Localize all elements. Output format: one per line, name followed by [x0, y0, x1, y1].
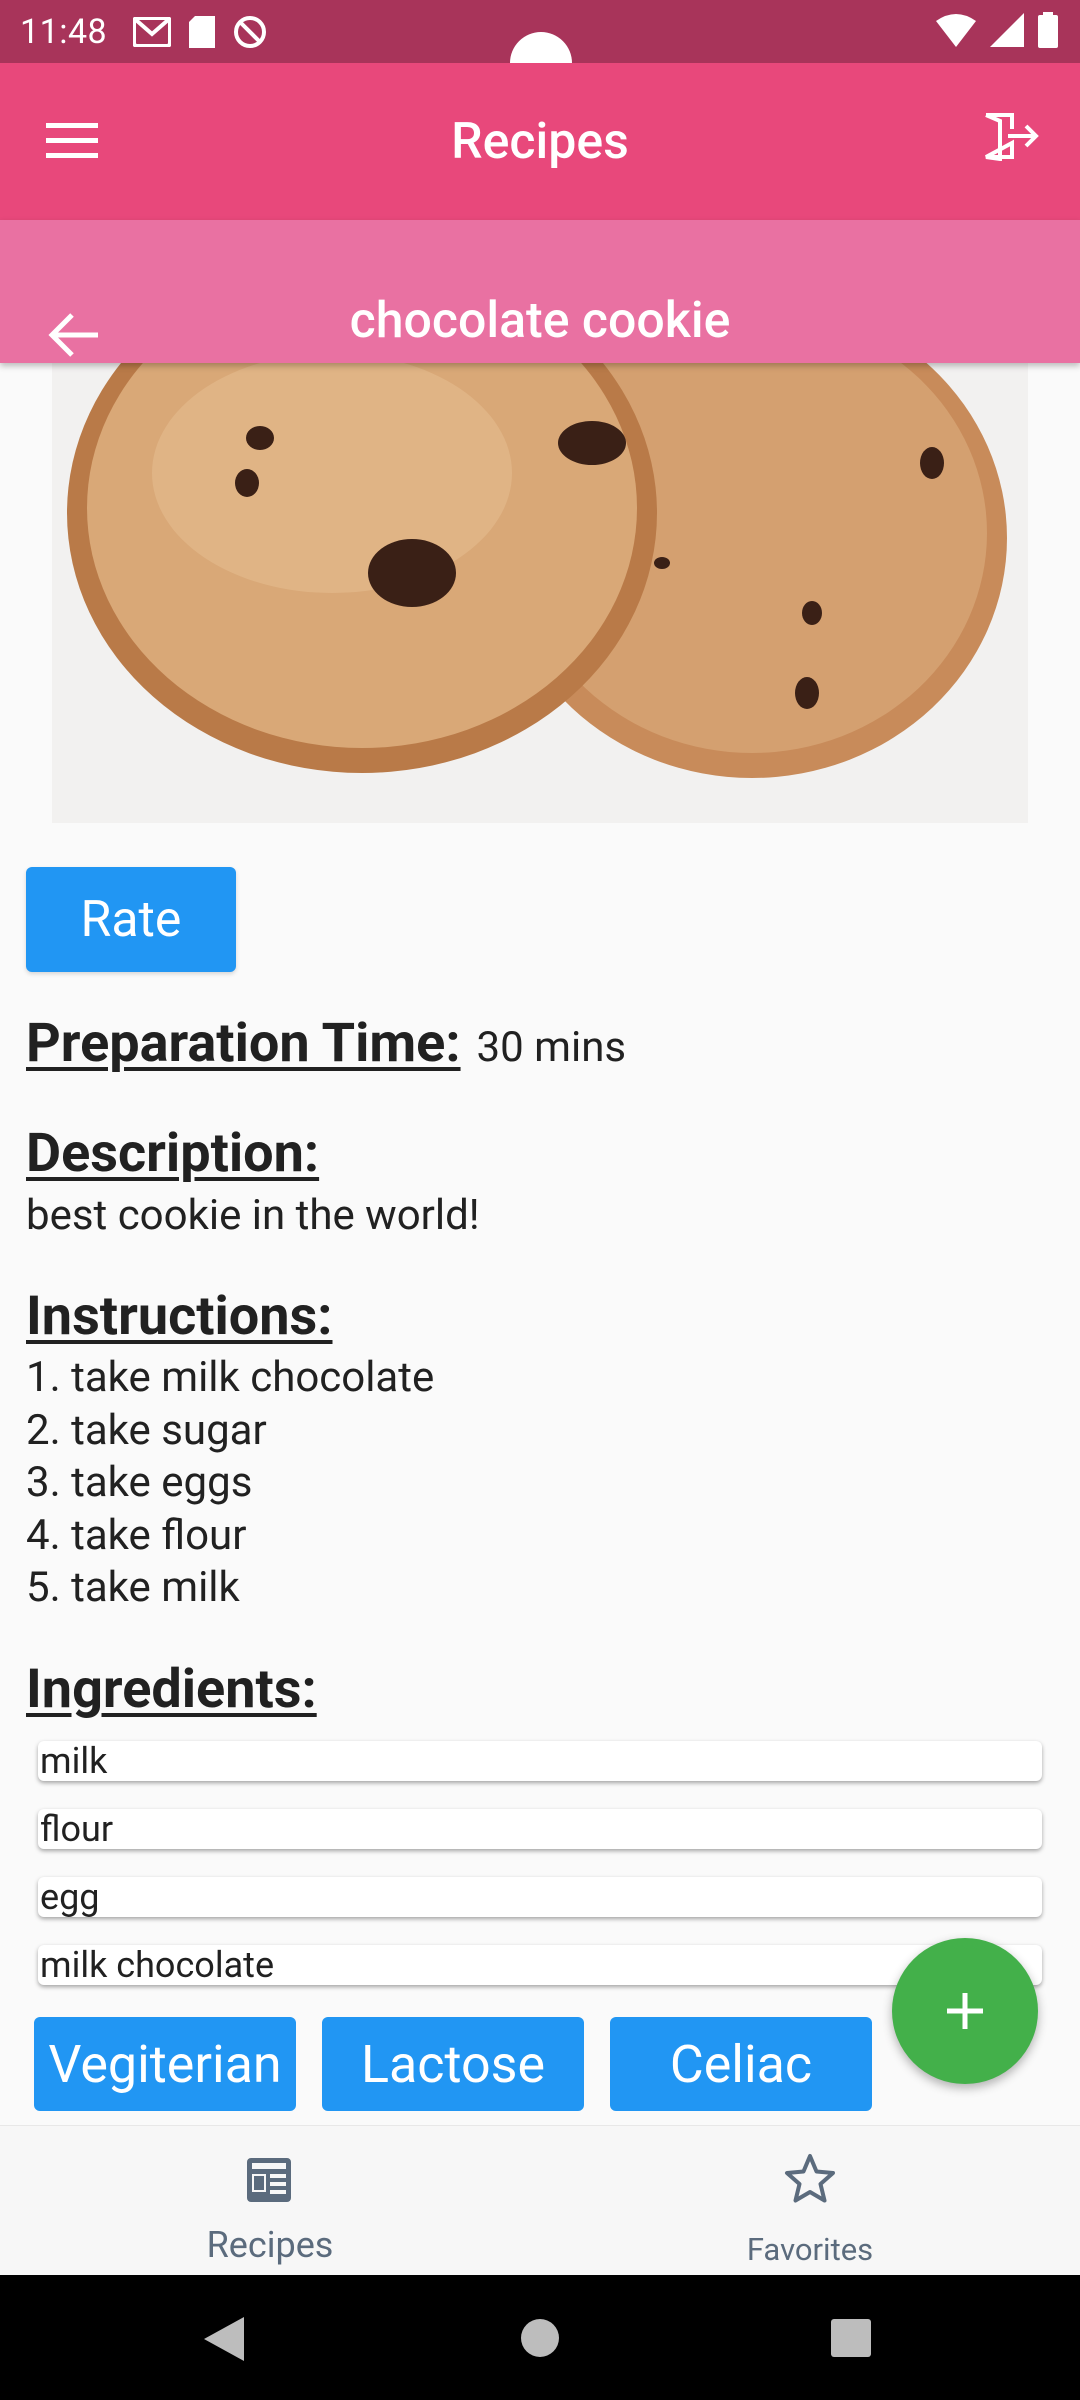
tag-celiac[interactable]: Celiac — [610, 2017, 872, 2111]
recipe-image — [52, 363, 1028, 823]
ingredient-item: milk chocolate — [38, 1945, 1042, 1985]
tag-vegetarian[interactable]: Vegiterian — [34, 2017, 296, 2111]
preparation-time-row: Preparation Time: 30 mins — [26, 1012, 626, 1075]
rate-button[interactable]: Rate — [26, 867, 236, 972]
do-not-disturb-icon — [234, 15, 267, 48]
prep-time-heading: Preparation Time: — [26, 1012, 461, 1075]
ingredients-list: milk flour egg milk chocolate — [38, 1741, 1042, 2013]
recipes-icon — [247, 2158, 291, 2202]
ingredient-item: egg — [38, 1877, 1042, 1917]
logout-icon[interactable] — [982, 111, 1042, 161]
tag-lactose[interactable]: Lactose — [322, 2017, 584, 2111]
back-nav-icon[interactable] — [204, 2317, 244, 2361]
prep-time-value: 30 mins — [476, 1023, 627, 1072]
detail-header: chocolate cookie — [0, 220, 1080, 363]
description-section: Description: best cookie in the world! — [26, 1122, 480, 1240]
recents-nav-icon[interactable] — [831, 2319, 871, 2357]
nav-item-recipes[interactable]: Recipes — [0, 2126, 540, 2276]
instruction-step: 2. take sugar — [26, 1405, 267, 1455]
plus-icon — [947, 1993, 983, 2029]
cookie-photo — [52, 363, 1028, 823]
nav-label-recipes: Recipes — [206, 2224, 334, 2266]
description-text: best cookie in the world! — [26, 1191, 480, 1240]
instructions-list: 1. take milk chocolate 2. take sugar 3. … — [26, 1352, 434, 1615]
bottom-navigation: Recipes Favorites — [0, 2125, 1080, 2276]
instruction-step: 4. take flour — [26, 1510, 247, 1560]
instruction-step: 5. take milk — [26, 1563, 240, 1612]
star-icon — [785, 2154, 835, 2203]
sd-card-icon — [189, 15, 216, 48]
recipe-title: chocolate cookie — [349, 292, 731, 350]
instruction-step: 3. take eggs — [26, 1458, 253, 1507]
signal-icon — [990, 13, 1024, 47]
add-fab-button[interactable] — [892, 1938, 1038, 2084]
ingredient-item: flour — [38, 1809, 1042, 1849]
nav-label-favorites: Favorites — [746, 2231, 874, 2268]
app-bar: Recipes — [0, 63, 1080, 220]
instructions-heading: Instructions: — [26, 1285, 333, 1348]
status-time: 11:48 — [20, 11, 108, 52]
system-navigation-bar — [0, 2275, 1080, 2400]
instructions-section: Instructions: 1. take milk chocolate 2. … — [26, 1285, 434, 1615]
ingredients-heading: Ingredients: — [26, 1658, 317, 1721]
description-heading: Description: — [26, 1122, 320, 1185]
wifi-icon — [936, 14, 976, 47]
diet-tags: Vegiterian Lactose Celiac — [34, 2017, 872, 2111]
nav-item-favorites[interactable]: Favorites — [540, 2126, 1080, 2276]
gmail-icon — [133, 16, 172, 47]
ingredient-item: milk — [38, 1741, 1042, 1781]
instruction-step: 1. take milk chocolate — [26, 1353, 435, 1402]
app-title: Recipes — [451, 113, 629, 171]
battery-icon — [1038, 12, 1058, 48]
home-nav-icon[interactable] — [521, 2319, 559, 2357]
